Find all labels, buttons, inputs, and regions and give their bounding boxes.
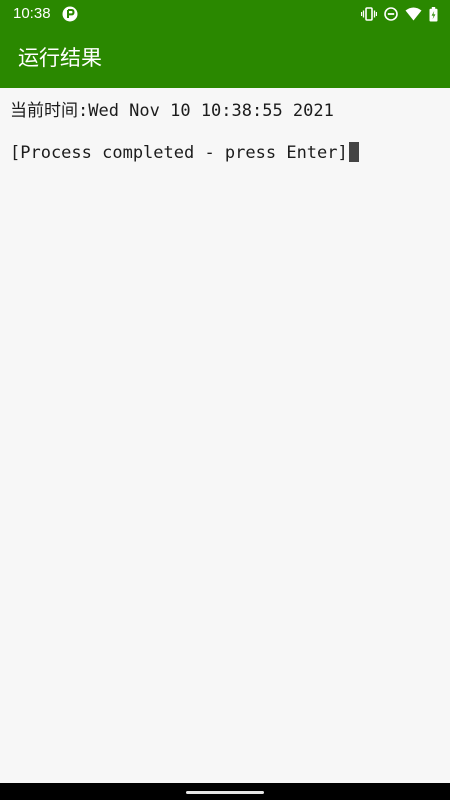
page-title: 运行结果	[18, 46, 102, 70]
terminal-line-text: [Process completed - press Enter]	[10, 143, 348, 163]
do-not-disturb-icon	[384, 7, 398, 21]
wifi-icon	[405, 7, 422, 21]
app-notification-icon	[62, 6, 78, 22]
status-time: 10:38	[13, 5, 51, 22]
home-gesture-handle[interactable]	[186, 791, 264, 794]
navigation-bar	[0, 783, 450, 800]
vibrate-icon	[361, 7, 377, 21]
terminal-line-text: 当前时间:Wed Nov 10 10:38:55 2021	[10, 101, 334, 121]
text-cursor	[348, 142, 359, 162]
app-bar: 运行结果	[0, 28, 450, 88]
terminal-output[interactable]: 当前时间:Wed Nov 10 10:38:55 2021 [Process c…	[0, 88, 450, 783]
status-icons	[361, 5, 438, 23]
terminal-line: 当前时间:Wed Nov 10 10:38:55 2021	[10, 100, 334, 122]
terminal-line: [Process completed - press Enter]	[10, 142, 359, 164]
battery-icon	[429, 6, 438, 22]
status-bar: 10:38	[0, 0, 450, 28]
